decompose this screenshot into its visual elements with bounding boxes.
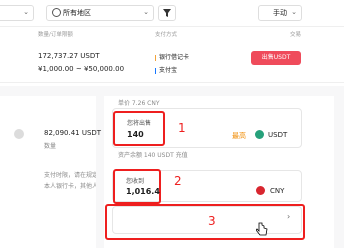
globe-icon: [52, 8, 61, 17]
available-amount: 82,090.41 USDT: [44, 129, 102, 137]
filter-button[interactable]: [158, 5, 176, 21]
terms-line: 本人银行卡，其他人代付、公司转账、支卡银行，确保您安全出金。: [44, 183, 96, 190]
payment-color-bar: [155, 67, 156, 74]
chevron-down-icon: ⌄: [143, 8, 149, 16]
merchant-avatar: [14, 129, 24, 139]
annotation-number-3: 3: [208, 214, 216, 228]
hand-cursor-icon: [256, 222, 268, 236]
chevron-down-icon: ⌄: [23, 8, 29, 16]
header-payment: 支付方式: [155, 32, 178, 38]
currency-select[interactable]: ⌄: [0, 5, 34, 21]
sell-usdt-button[interactable]: 出售USDT: [251, 51, 301, 65]
payment-method: 银行借记卡: [155, 52, 189, 61]
max-button[interactable]: 最高: [232, 131, 246, 141]
payment-label: 银行借记卡: [159, 54, 190, 61]
balance-line: 资产余额 140 USDT 充值: [118, 152, 188, 159]
merchant-terms: 支付时限，请在规定时间内完成付款机制，好评率99.99， 本人银行卡，其他人代付…: [0, 162, 96, 210]
chevron-down-icon: ⌄: [291, 8, 297, 16]
filter-icon: [163, 9, 171, 17]
sell-currency: USDT: [268, 131, 288, 139]
sell-amount-input[interactable]: 140: [127, 130, 144, 139]
cny-icon: [256, 186, 265, 195]
region-select[interactable]: 所有地区 ⌄: [46, 5, 154, 21]
terms-line: 支付时限，请在规定时间内完成付款机制，好评率99.99，: [44, 172, 96, 179]
table-header: 数量/订单限额 支付方式 交易: [0, 26, 344, 40]
available-label: 数量: [44, 143, 57, 150]
chevron-right-icon: ›: [287, 212, 291, 221]
filter-bar: ⌄ 所有地区 ⌄ 手动 ⌄: [0, 0, 344, 27]
annotation-box-3: [105, 204, 305, 240]
unit-price: 单价 7.26 CNY: [118, 100, 160, 107]
receive-currency: CNY: [270, 187, 285, 195]
payment-color-bar: [155, 54, 156, 61]
sell-label: 您将出售: [127, 120, 152, 127]
annotation-number-2: 2: [174, 174, 182, 188]
receive-label: 您收到: [126, 178, 145, 185]
listing-limit: ¥1,000.00 ~ ¥50,000.00: [38, 65, 125, 73]
payment-method: 支付宝: [155, 65, 177, 74]
header-trade: 交易: [290, 32, 302, 38]
usdt-icon: [255, 130, 264, 139]
mode-select[interactable]: 手动 ⌄: [258, 5, 302, 21]
region-select-label: 所有地区: [63, 9, 91, 17]
annotation-number-1: 1: [178, 121, 186, 135]
header-limit: 数量/订单限额: [38, 32, 73, 38]
table-row: 172,737.27 USDT ¥1,000.00 ~ ¥50,000.00 银…: [0, 40, 344, 83]
annotation-box-1: [113, 111, 165, 146]
listing-amount: 172,737.27 USDT: [38, 52, 100, 60]
receive-amount: 1,016.4: [126, 187, 160, 196]
mode-select-label: 手动: [273, 9, 287, 17]
payment-label: 支付宝: [159, 67, 178, 74]
